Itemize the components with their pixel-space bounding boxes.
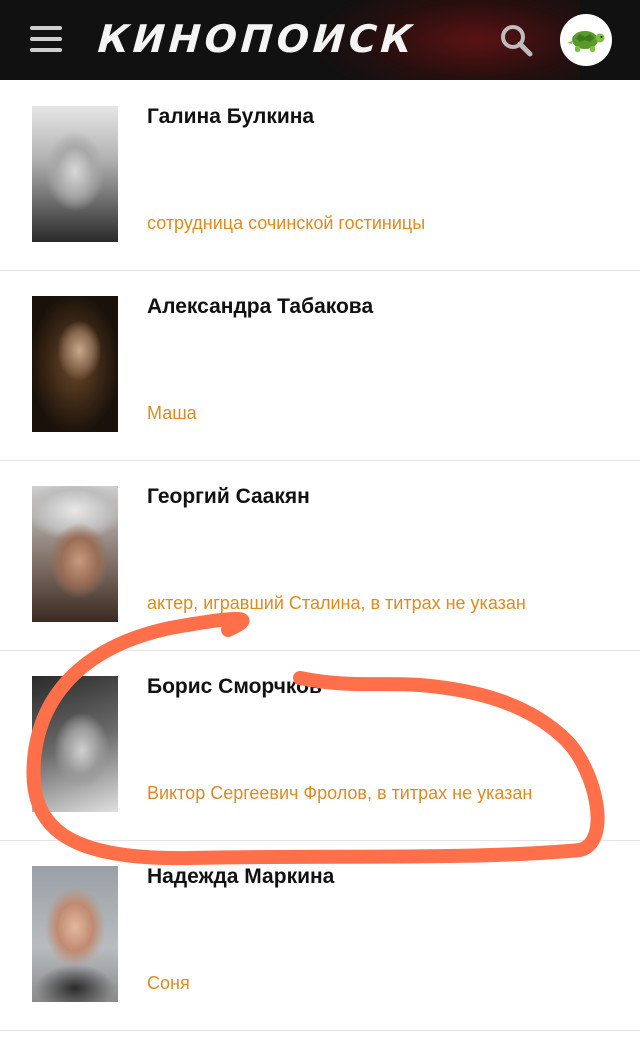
cast-row[interactable]: Александра Табакова Маша: [0, 270, 640, 461]
kinopoisk-logo[interactable]: КИНОПОИСК: [96, 14, 417, 64]
cast-row[interactable]: Борис Сморчков Виктор Сергеевич Фролов, …: [0, 650, 640, 841]
actor-name[interactable]: Надежда Маркина: [147, 865, 334, 889]
actor-photo: [32, 486, 118, 622]
actor-role: сотрудница сочинской гостиницы: [147, 213, 426, 233]
actor-photo: [32, 676, 118, 812]
actor-name[interactable]: Галина Булкина: [147, 105, 314, 129]
search-icon[interactable]: [498, 22, 534, 58]
cast-row[interactable]: Георгий Саакян актер, игравший Сталина, …: [0, 460, 640, 651]
actor-photo: [32, 296, 118, 432]
turtle-avatar-icon: [567, 31, 605, 52]
top-bar: КИНОПОИСК: [0, 0, 640, 80]
actor-role: Соня: [147, 973, 190, 993]
actor-role: Маша: [147, 403, 197, 423]
user-avatar[interactable]: [560, 14, 612, 66]
actor-role: актер, игравший Сталина, в титрах не ука…: [147, 593, 526, 613]
cast-row[interactable]: Галина Булкина сотрудница сочинской гост…: [0, 80, 640, 271]
actor-photo: [32, 106, 118, 242]
actor-name[interactable]: Борис Сморчков: [147, 675, 322, 699]
actor-name[interactable]: Георгий Саакян: [147, 485, 310, 509]
hamburger-menu-icon[interactable]: [30, 26, 62, 54]
actor-photo: [32, 866, 118, 1002]
actor-role: Виктор Сергеевич Фролов, в титрах не ука…: [147, 783, 533, 803]
actor-name[interactable]: Александра Табакова: [147, 295, 373, 319]
cast-row[interactable]: Надежда Маркина Соня: [0, 840, 640, 1031]
